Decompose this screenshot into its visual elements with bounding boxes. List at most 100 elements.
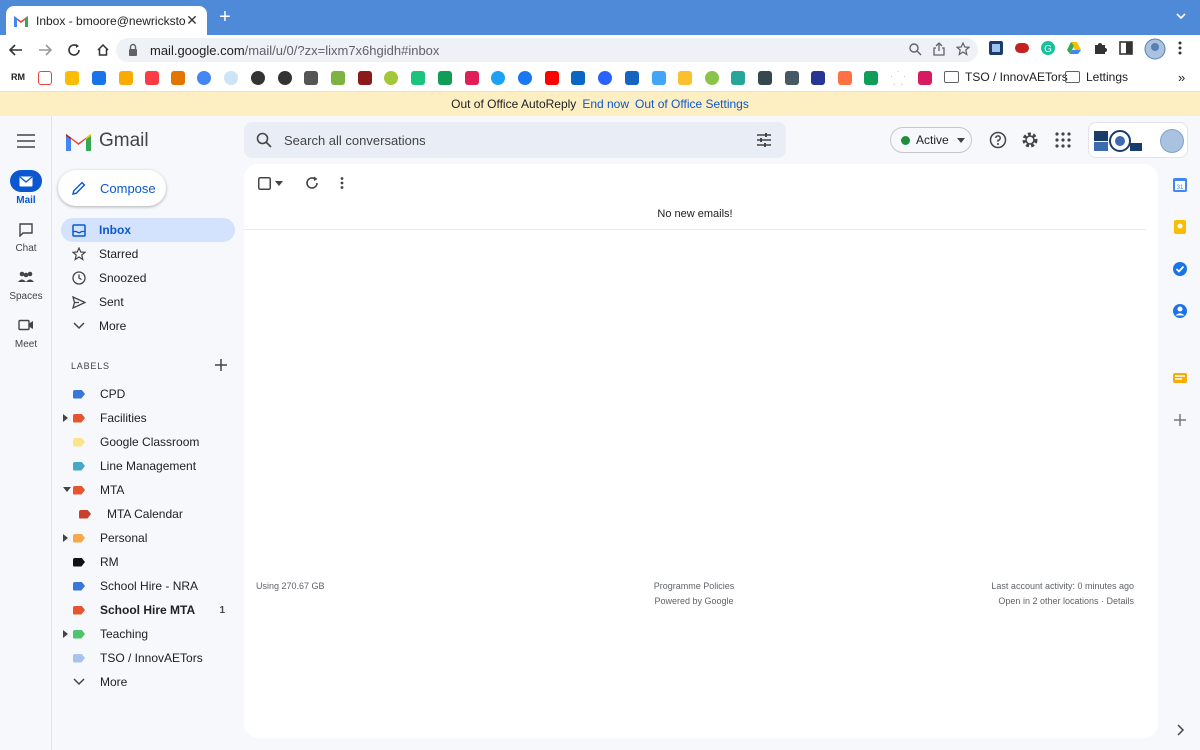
side-panel-icon[interactable] [1118, 40, 1136, 58]
expand-arrow-icon[interactable] [63, 534, 69, 542]
address-bar[interactable]: mail.google.com/mail/u/0/?zx=lixm7x6hgid… [116, 38, 978, 62]
bookmark-slack-icon[interactable] [465, 71, 479, 85]
search-options-icon[interactable] [756, 132, 772, 148]
apps-grid-icon[interactable] [1054, 131, 1072, 149]
bookmark-icon[interactable] [304, 71, 318, 85]
bookmark-calendar-icon[interactable] [92, 71, 106, 85]
label-item[interactable]: Personal [61, 526, 235, 550]
details-link[interactable]: Open in 2 other locations · Details [991, 594, 1134, 609]
nav-inbox[interactable]: Inbox [61, 218, 235, 242]
rail-mail[interactable]: Mail [0, 170, 52, 206]
back-icon[interactable] [3, 37, 29, 63]
account-badge[interactable] [1088, 122, 1188, 158]
bookmark-music-icon[interactable] [145, 71, 159, 85]
share-icon[interactable] [932, 42, 946, 56]
label-item[interactable]: Line Management [61, 454, 235, 478]
gmail-logo[interactable]: Gmail [66, 130, 149, 152]
account-avatar[interactable] [1160, 129, 1184, 153]
programme-policies-link[interactable]: Programme Policies [624, 579, 764, 594]
collapse-arrow-icon[interactable] [63, 487, 71, 493]
label-item[interactable]: MTA [61, 478, 235, 502]
help-icon[interactable] [989, 131, 1007, 149]
nav-starred[interactable]: Starred [61, 242, 235, 266]
bookmark-rm[interactable]: RM [11, 72, 25, 82]
main-menu-icon[interactable] [17, 134, 35, 148]
label-item[interactable]: Google Classroom [61, 430, 235, 454]
get-addons-plus-icon[interactable] [1172, 412, 1188, 428]
bookmark-linkedin-icon[interactable] [571, 71, 585, 85]
bookmark-icon[interactable] [625, 71, 639, 85]
nav-sent[interactable]: Sent [61, 290, 235, 314]
forward-icon[interactable] [32, 37, 58, 63]
expand-arrow-icon[interactable] [63, 414, 69, 422]
rail-chat[interactable]: Chat [0, 218, 52, 254]
bookmark-icon[interactable] [678, 71, 692, 85]
home-icon[interactable] [90, 37, 116, 63]
end-now-link[interactable]: End now [582, 97, 629, 111]
search-input[interactable]: Search all conversations [244, 122, 786, 158]
new-tab-icon[interactable]: + [216, 7, 234, 27]
bookmark-folder-tso[interactable]: TSO / InnovAETors [944, 70, 1068, 84]
refresh-icon[interactable] [305, 176, 319, 190]
hide-side-panel-chevron-icon[interactable] [1172, 722, 1188, 738]
tasks-icon[interactable] [1172, 261, 1188, 277]
bookmark-gmail-icon[interactable] [38, 71, 52, 85]
browser-tab-inbox[interactable]: Inbox - bmoore@newrickstone ✕ [6, 6, 207, 35]
reload-icon[interactable] [61, 37, 87, 63]
label-item[interactable]: School Hire - NRA [61, 574, 235, 598]
compose-button[interactable]: Compose [58, 170, 166, 206]
label-item[interactable]: School Hire MTA 1 [61, 598, 235, 622]
more-vert-icon[interactable] [335, 176, 349, 190]
bookmark-icon[interactable] [705, 71, 719, 85]
bookmark-icon[interactable] [758, 71, 772, 85]
bookmark-facebook-icon[interactable] [518, 71, 532, 85]
profile-avatar[interactable] [1144, 38, 1166, 60]
extension-icon[interactable] [1014, 40, 1032, 58]
bookmarks-overflow-icon[interactable]: » [1178, 70, 1185, 85]
expand-arrow-icon[interactable] [63, 630, 69, 638]
bookmark-icon[interactable] [838, 71, 852, 85]
bookmark-globe-icon[interactable] [278, 71, 292, 85]
addon-icon[interactable] [1172, 369, 1188, 385]
rail-spaces[interactable]: Spaces [0, 266, 52, 302]
bookmark-globe-icon[interactable] [251, 71, 265, 85]
bookmark-icon[interactable] [811, 71, 825, 85]
label-item[interactable]: TSO / InnovAETors [61, 646, 235, 670]
bookmark-icon[interactable] [197, 71, 211, 85]
bookmark-icon[interactable] [171, 71, 185, 85]
bookmark-icon[interactable] [331, 71, 345, 85]
grammarly-icon[interactable]: G [1040, 40, 1058, 58]
bookmark-icon[interactable] [785, 71, 799, 85]
bookmark-check-icon[interactable] [411, 71, 425, 85]
bookmark-icon[interactable] [731, 71, 745, 85]
bookmark-youtube-icon[interactable] [545, 71, 559, 85]
label-item[interactable]: Teaching [61, 622, 235, 646]
chrome-menu-icon[interactable] [1172, 40, 1190, 58]
bookmark-drive-icon[interactable] [65, 71, 79, 85]
extensions-puzzle-icon[interactable] [1092, 40, 1110, 58]
bookmark-folder-lettings[interactable]: Lettings [1065, 70, 1128, 84]
bookmark-star-icon[interactable] [956, 42, 970, 56]
bookmark-sheets-icon[interactable] [864, 71, 878, 85]
zoom-icon[interactable] [908, 42, 922, 56]
add-label-icon[interactable] [214, 358, 228, 372]
keep-icon[interactable] [1172, 219, 1188, 235]
tab-search-chevron-icon[interactable] [1174, 9, 1188, 23]
bookmark-icon[interactable] [384, 71, 398, 85]
label-item[interactable]: MTA Calendar [61, 502, 235, 526]
bookmark-icon[interactable] [918, 71, 932, 85]
extension-icon[interactable] [988, 40, 1006, 58]
contacts-icon[interactable] [1172, 303, 1188, 319]
drive-icon[interactable] [1066, 40, 1084, 58]
status-dropdown[interactable]: Active [890, 127, 972, 153]
close-tab-icon[interactable]: ✕ [185, 12, 199, 29]
bookmark-icon[interactable] [598, 71, 612, 85]
label-item[interactable]: CPD [61, 382, 235, 406]
label-item[interactable]: RM [61, 550, 235, 574]
bookmark-twitter-icon[interactable] [491, 71, 505, 85]
bookmark-icon[interactable] [358, 71, 372, 85]
bookmark-sheets-icon[interactable] [438, 71, 452, 85]
bookmark-icon[interactable] [119, 71, 133, 85]
bookmark-icon[interactable] [224, 71, 238, 85]
labels-more[interactable]: More [61, 670, 235, 694]
